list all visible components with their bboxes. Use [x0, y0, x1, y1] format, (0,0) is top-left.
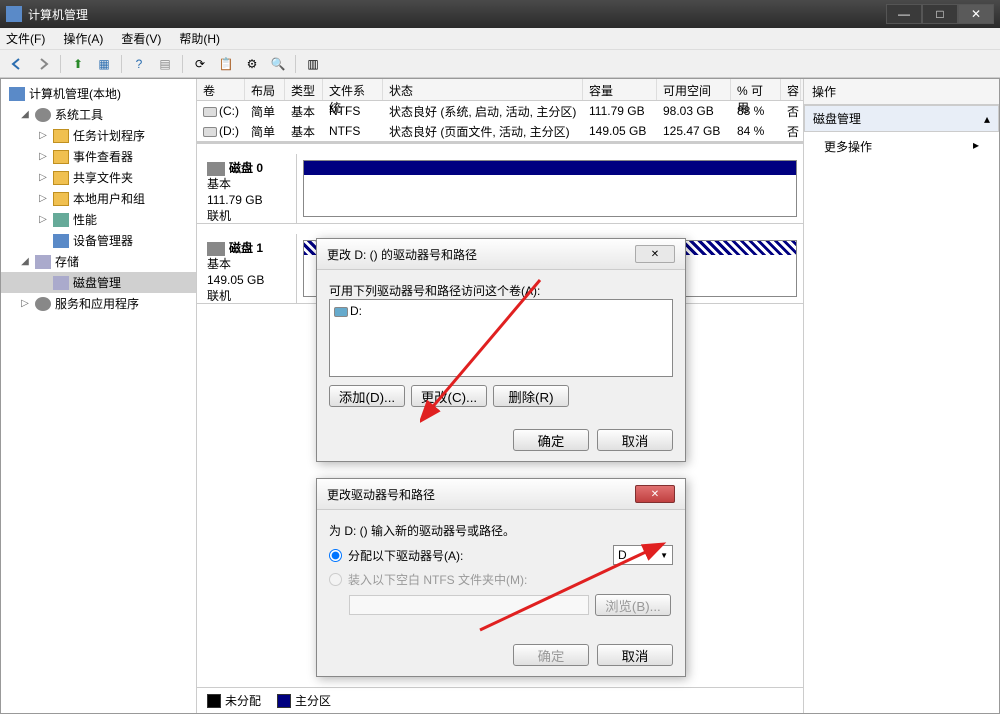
disk-row[interactable]: 磁盘 0基本111.79 GB联机 — [197, 154, 803, 224]
drive-letter-select[interactable]: D▼ — [613, 545, 673, 565]
col-filesystem[interactable]: 文件系统 — [323, 79, 383, 100]
menu-view[interactable]: 查看(V) — [121, 30, 161, 47]
tree-users[interactable]: ▷本地用户和组 — [1, 188, 196, 209]
menubar: 文件(F) 操作(A) 查看(V) 帮助(H) — [0, 28, 1000, 50]
close-button[interactable]: ✕ — [958, 4, 994, 24]
tree-storage[interactable]: ◢存储 — [1, 251, 196, 272]
menu-action[interactable]: 操作(A) — [63, 30, 103, 47]
dialog1-entry[interactable]: D: — [350, 304, 362, 318]
assign-letter-label: 分配以下驱动器号(A): — [348, 547, 463, 564]
collapse-icon: ▴ — [984, 112, 990, 126]
dialog1-path-list[interactable]: D: — [329, 299, 673, 377]
chevron-right-icon: ▸ — [973, 138, 979, 155]
tree-eventviewer[interactable]: ▷事件查看器 — [1, 146, 196, 167]
dialog2-title: 更改驱动器号和路径 — [327, 486, 435, 503]
dialog1-ok-button[interactable]: 确定 — [513, 429, 589, 451]
tree-devmgr[interactable]: 设备管理器 — [1, 230, 196, 251]
mount-path-input — [349, 595, 589, 615]
mount-folder-label: 装入以下空白 NTFS 文件夹中(M): — [348, 571, 527, 588]
col-capacity[interactable]: 容量 — [583, 79, 657, 100]
col-percent[interactable]: % 可用 — [731, 79, 781, 100]
actions-more[interactable]: 更多操作▸ — [804, 132, 999, 161]
show-hide-button[interactable]: ▦ — [93, 53, 115, 75]
actions-header: 操作 — [804, 79, 999, 105]
tree-pane: 计算机管理(本地) ◢系统工具 ▷任务计划程序 ▷事件查看器 ▷共享文件夹 ▷本… — [1, 79, 197, 713]
menu-help[interactable]: 帮助(H) — [179, 30, 220, 47]
window-title: 计算机管理 — [28, 6, 886, 23]
col-layout[interactable]: 布局 — [245, 79, 285, 100]
toolbar: ⬆ ▦ ? ▤ ⟳ 📋 ⚙ 🔍 ▥ — [0, 50, 1000, 78]
tree-shared[interactable]: ▷共享文件夹 — [1, 167, 196, 188]
dialog2-ok-button: 确定 — [513, 644, 589, 666]
col-type[interactable]: 类型 — [285, 79, 323, 100]
mount-folder-radio — [329, 573, 342, 586]
tree-root[interactable]: 计算机管理(本地) — [1, 83, 196, 104]
legend-primary: 主分区 — [295, 692, 331, 709]
volume-row[interactable]: (D:)简单基本NTFS状态良好 (页面文件, 活动, 主分区)149.05 G… — [197, 121, 803, 141]
volume-row[interactable]: (C:)简单基本NTFS状态良好 (系统, 启动, 活动, 主分区)111.79… — [197, 101, 803, 121]
tree-diskmgmt[interactable]: 磁盘管理 — [1, 272, 196, 293]
dialog2-description: 为 D: () 输入新的驱动器号或路径。 — [329, 522, 673, 539]
app-icon — [6, 6, 22, 22]
window-titlebar: 计算机管理 — □ ✕ — [0, 0, 1000, 28]
tree-perf[interactable]: ▷性能 — [1, 209, 196, 230]
change-button[interactable]: 更改(C)... — [411, 385, 487, 407]
dialog2-close-button[interactable]: ✕ — [635, 485, 675, 503]
search-icon[interactable]: 🔍 — [267, 53, 289, 75]
actions-section[interactable]: 磁盘管理▴ — [804, 105, 999, 132]
view-button[interactable]: ▤ — [154, 53, 176, 75]
assign-drive-letter-dialog: 更改驱动器号和路径 ✕ 为 D: () 输入新的驱动器号或路径。 分配以下驱动器… — [316, 478, 686, 677]
menu-file[interactable]: 文件(F) — [6, 30, 45, 47]
browse-button: 浏览(B)... — [595, 594, 671, 616]
settings-icon[interactable]: ⚙ — [241, 53, 263, 75]
col-volume[interactable]: 卷 — [197, 79, 245, 100]
actions-pane: 操作 磁盘管理▴ 更多操作▸ — [804, 79, 999, 713]
assign-letter-radio[interactable] — [329, 549, 342, 562]
dialog1-cancel-button[interactable]: 取消 — [597, 429, 673, 451]
dialog1-close-button[interactable]: ✕ — [635, 245, 675, 263]
list-icon[interactable]: ▥ — [302, 53, 324, 75]
maximize-button[interactable]: □ — [922, 4, 958, 24]
properties-icon[interactable]: 📋 — [215, 53, 237, 75]
dialog1-title: 更改 D: () 的驱动器号和路径 — [327, 246, 477, 263]
chevron-down-icon: ▼ — [660, 551, 668, 560]
tree-scheduler[interactable]: ▷任务计划程序 — [1, 125, 196, 146]
forward-button[interactable] — [32, 53, 54, 75]
legend: 未分配 主分区 — [197, 687, 803, 713]
remove-button[interactable]: 删除(R) — [493, 385, 569, 407]
legend-unallocated: 未分配 — [225, 692, 261, 709]
volume-header: 卷 布局 类型 文件系统 状态 容量 可用空间 % 可用 容 — [197, 79, 803, 101]
dialog2-cancel-button[interactable]: 取消 — [597, 644, 673, 666]
col-free[interactable]: 可用空间 — [657, 79, 731, 100]
minimize-button[interactable]: — — [886, 4, 922, 24]
tree-systools[interactable]: ◢系统工具 — [1, 104, 196, 125]
back-button[interactable] — [6, 53, 28, 75]
col-fault[interactable]: 容 — [781, 79, 801, 100]
add-button[interactable]: 添加(D)... — [329, 385, 405, 407]
tree-services[interactable]: ▷服务和应用程序 — [1, 293, 196, 314]
change-drive-letter-dialog: 更改 D: () 的驱动器号和路径 ✕ 可用下列驱动器号和路径访问这个卷(A):… — [316, 238, 686, 462]
up-button[interactable]: ⬆ — [67, 53, 89, 75]
dialog1-description: 可用下列驱动器号和路径访问这个卷(A): — [329, 282, 673, 299]
help-button[interactable]: ? — [128, 53, 150, 75]
col-status[interactable]: 状态 — [383, 79, 583, 100]
refresh-icon[interactable]: ⟳ — [189, 53, 211, 75]
